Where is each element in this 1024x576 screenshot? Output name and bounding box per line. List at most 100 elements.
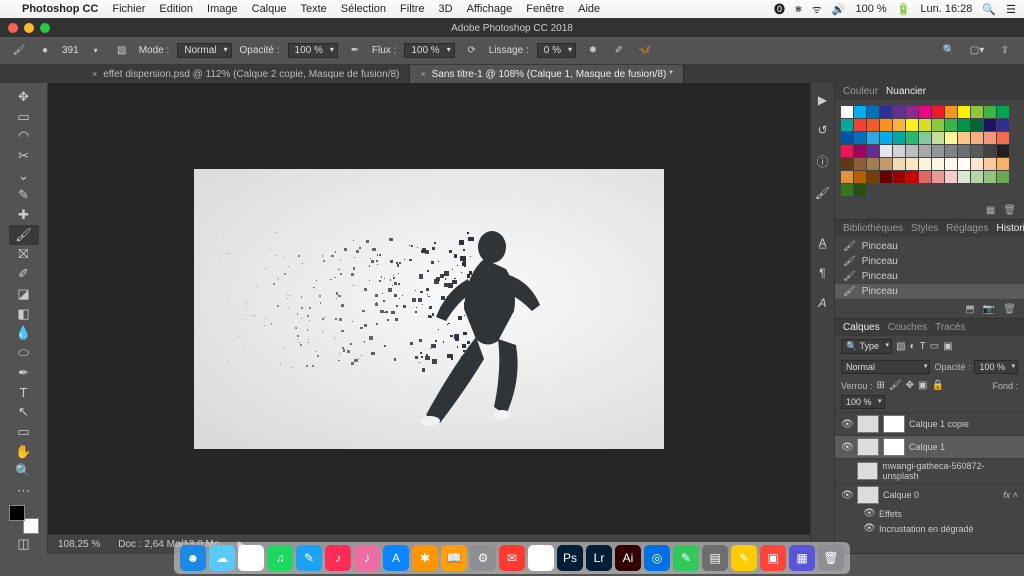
swatch[interactable] [841,106,853,118]
swatch[interactable] [906,132,918,144]
layer-fill-select[interactable]: 100 % [841,395,885,409]
swatch[interactable] [971,119,983,131]
blend-mode-select[interactable]: Normal [177,43,231,58]
swatch[interactable] [945,171,957,183]
gradient-tool-icon[interactable]: ◧ [9,304,39,324]
swatch[interactable] [906,106,918,118]
paragraph-icon[interactable]: ¶ [819,266,825,280]
swatch[interactable] [958,145,970,157]
shape-tool-icon[interactable]: ▭ [9,422,39,442]
swatch[interactable] [958,132,970,144]
swatch[interactable] [945,132,957,144]
dock-app-icon[interactable]: ✎ [731,545,757,571]
history-item[interactable]: 🖌Pinceau [835,284,1024,299]
character-icon[interactable]: A̲ [818,236,826,250]
crop-tool-icon[interactable]: ⌄ [9,166,39,186]
new-swatch-icon[interactable]: ▦ [986,205,995,216]
quickselect-tool-icon[interactable]: ✂ [9,146,39,166]
swatch[interactable] [932,119,944,131]
dodge-tool-icon[interactable]: ⬭ [9,343,39,363]
swatch[interactable] [932,132,944,144]
layer-row[interactable]: 👁Calque 1 [835,435,1024,458]
blend-mode-select[interactable]: Normal [841,360,930,374]
swatch[interactable] [945,106,957,118]
workspace-icon[interactable]: ▢▾ [968,42,986,60]
notif-icon[interactable]: ☰ [1006,3,1016,16]
eraser-tool-icon[interactable]: ◪ [9,284,39,304]
swatch[interactable] [893,145,905,157]
swatch[interactable] [958,119,970,131]
swatch[interactable] [958,171,970,183]
smoothing-options-icon[interactable]: ✸ [584,42,602,60]
pressure-opacity-icon[interactable]: ✒ [346,42,364,60]
filter-adjust-icon[interactable]: ◐ [910,341,916,352]
layer-opacity-select[interactable]: 100 % [974,360,1018,374]
marquee-tool-icon[interactable]: ▭ [9,107,39,127]
color-swap[interactable] [9,505,39,535]
swatch[interactable] [880,106,892,118]
type-tool-icon[interactable]: T [9,383,39,403]
swatch[interactable] [997,119,1009,131]
dock-app-icon[interactable]: ☻ [180,545,206,571]
lock-pixel-icon[interactable]: 🖌 [889,380,902,391]
history-item[interactable]: 🖌Pinceau [835,239,1024,254]
dock-app-icon[interactable]: ♪ [354,545,380,571]
search-icon[interactable]: 🔍 [982,3,996,16]
wifi-icon[interactable]: ᯤ [812,2,822,17]
swatch[interactable] [984,171,996,183]
layer-row[interactable]: 👁Calque 1 copie [835,412,1024,435]
swatch[interactable] [919,132,931,144]
snapshot-icon[interactable]: ⬒ [965,304,974,315]
swatch[interactable] [997,158,1009,170]
smoothing-select[interactable]: 0 % [537,43,576,58]
zoom-window-button[interactable] [40,23,50,33]
panel-tab[interactable]: Tracés [935,322,965,333]
move-tool-icon[interactable]: ✥ [9,87,39,107]
butterfly-icon[interactable]: 🦋 [636,42,654,60]
history-item[interactable]: 🖌Pinceau [835,269,1024,284]
history-item[interactable]: 🖌Pinceau [835,254,1024,269]
swatch[interactable] [893,171,905,183]
close-tab-icon[interactable]: × [92,69,97,79]
layer-row[interactable]: 👁Calque 0fx ˄ [835,483,1024,506]
dock-app-icon[interactable]: ☁ [209,545,235,571]
airbrush-icon[interactable]: ⟳ [463,42,481,60]
path-tool-icon[interactable]: ↖ [9,402,39,422]
panel-tab[interactable]: Calques [843,322,880,333]
battery-icon[interactable]: 🔋 [897,3,911,16]
dock-app-icon[interactable]: ⚙ [470,545,496,571]
swatch[interactable] [906,158,918,170]
brush-tool-icon[interactable]: 🖌 [9,225,39,245]
opacity-select[interactable]: 100 % [288,43,338,58]
close-window-button[interactable] [8,23,18,33]
swatch[interactable] [971,158,983,170]
search-icon[interactable]: 🔍 [940,42,958,60]
swatch[interactable] [919,145,931,157]
swatch[interactable] [958,158,970,170]
swatch[interactable] [867,132,879,144]
layer-thumb[interactable] [857,462,879,480]
swatch[interactable] [984,145,996,157]
swatch[interactable] [880,158,892,170]
history-brush-tool-icon[interactable]: ✐ [9,264,39,284]
visibility-icon[interactable]: 👁 [841,490,853,501]
dock-app-icon[interactable]: ◎ [644,545,670,571]
swatch[interactable] [867,158,879,170]
document-tab[interactable]: ×Sans titre-1 @ 108% (Calque 1, Masque d… [410,65,684,83]
dock-app-icon[interactable]: Ps [557,545,583,571]
delete-icon[interactable]: 🗑 [1003,205,1016,216]
canvas[interactable] [194,169,664,449]
swatch[interactable] [932,158,944,170]
fx-badge[interactable]: fx ˄ [1003,490,1018,500]
swatch[interactable] [893,119,905,131]
swatch[interactable] [945,145,957,157]
clock[interactable]: Lun. 16:28 [920,3,972,15]
swatch[interactable] [958,106,970,118]
layer-thumb[interactable] [857,486,879,504]
dock-app-icon[interactable]: 🗑 [818,545,844,571]
volume-icon[interactable]: 🔊 [832,3,846,16]
lasso-tool-icon[interactable]: ◠ [9,126,39,146]
chevron-down-icon[interactable]: ▾ [87,42,105,60]
swatch[interactable] [880,119,892,131]
eyedropper-tool-icon[interactable]: ✎ [9,186,39,206]
